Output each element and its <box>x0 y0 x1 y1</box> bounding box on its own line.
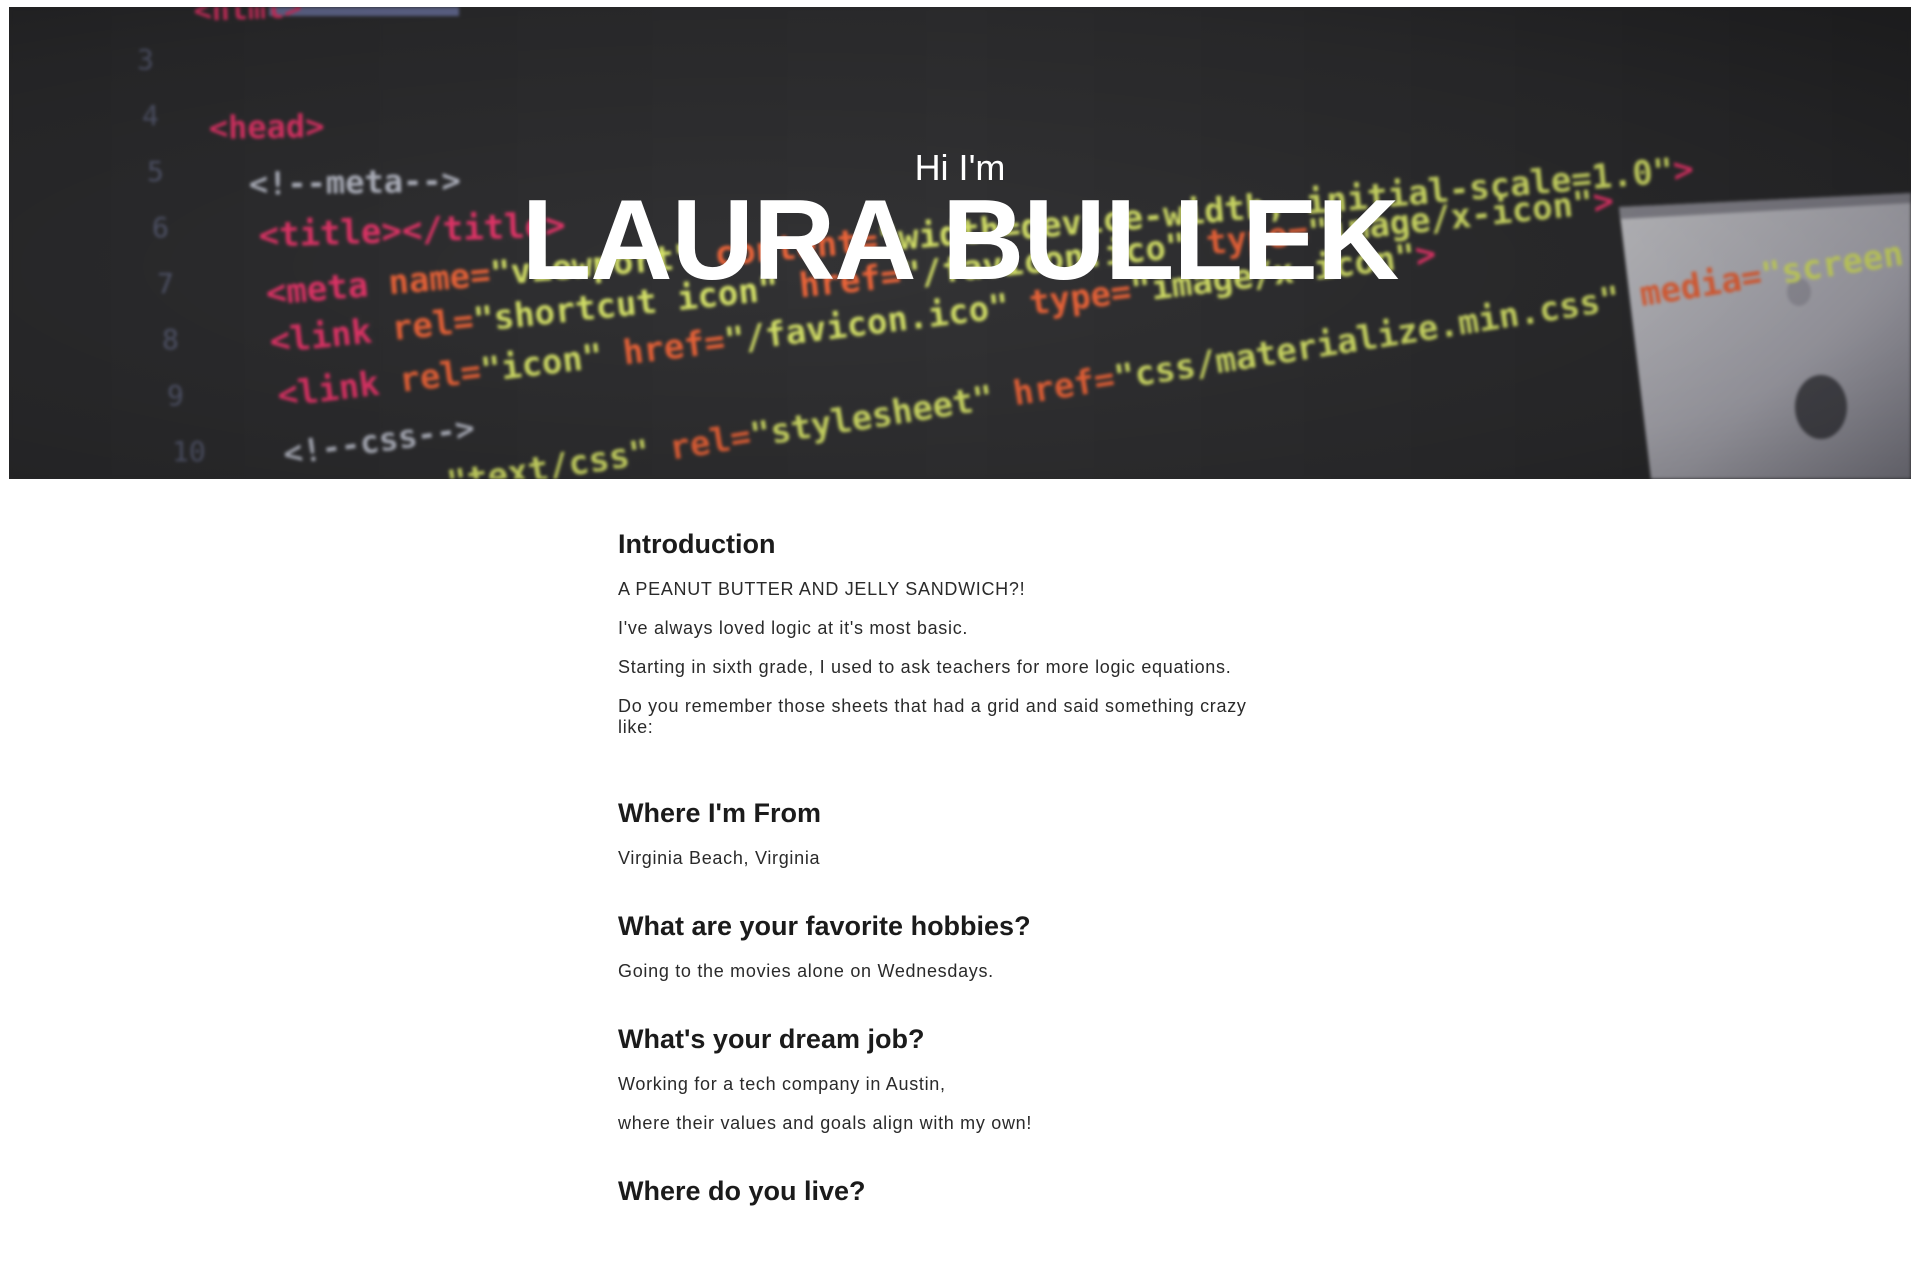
section-paragraph: Virginia Beach, Virginia <box>618 848 821 868</box>
section-paragraph: A PEANUT BUTTER AND JELLY SANDWICH?! <box>618 579 1026 599</box>
section-where-from: Where I'm From Virginia Beach, Virginia <box>618 796 1278 869</box>
section-introduction: Introduction A PEANUT BUTTER AND JELLY S… <box>618 527 1278 738</box>
section-heading: Where do you live? <box>618 1176 866 1206</box>
section-heading: What are your favorite hobbies? <box>618 911 1031 941</box>
section-paragraph: I've always loved logic at it's most bas… <box>618 618 969 638</box>
page: <html><head><!--meta--><title></title><m… <box>0 0 1920 1280</box>
section-heading: Where I'm From <box>618 798 821 828</box>
section-paragraph: Working for a tech company in Austin, <box>618 1074 946 1094</box>
section-where-live: Where do you live? <box>618 1174 1278 1208</box>
section-heading: What's your dream job? <box>618 1024 925 1054</box>
hero-banner: <html><head><!--meta--><title></title><m… <box>9 7 1911 479</box>
section-dream-job: What's your dream job? Working for a tec… <box>618 1022 1278 1134</box>
main-content: Introduction A PEANUT BUTTER AND JELLY S… <box>618 527 1278 1248</box>
section-heading: Introduction <box>618 529 776 559</box>
section-paragraph: where their values and goals align with … <box>618 1113 1033 1133</box>
section-paragraph: Going to the movies alone on Wednesdays. <box>618 961 994 981</box>
hero-name: LAURA BULLEK <box>521 177 1400 304</box>
section-paragraph: Starting in sixth grade, I used to ask t… <box>618 657 1232 677</box>
section-hobbies: What are your favorite hobbies? Going to… <box>618 909 1278 982</box>
section-paragraph: Do you remember those sheets that had a … <box>618 696 1247 737</box>
